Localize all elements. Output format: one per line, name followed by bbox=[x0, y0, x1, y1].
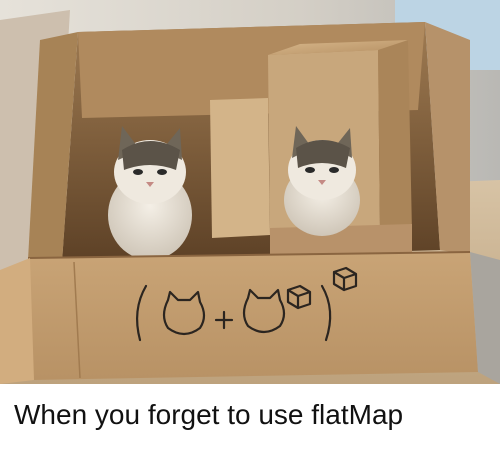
inner-box-side bbox=[378, 40, 412, 232]
right-cat bbox=[284, 126, 360, 236]
box-front-panel bbox=[28, 252, 478, 380]
photo-illustration bbox=[0, 0, 500, 384]
caption-area: When you forget to use flatMap bbox=[0, 384, 500, 452]
box-left-flap bbox=[0, 258, 34, 384]
left-cat bbox=[108, 126, 192, 260]
meme-caption: When you forget to use flatMap bbox=[14, 399, 404, 430]
meme-photo bbox=[0, 0, 500, 384]
inner-box-flap-left bbox=[210, 98, 270, 238]
